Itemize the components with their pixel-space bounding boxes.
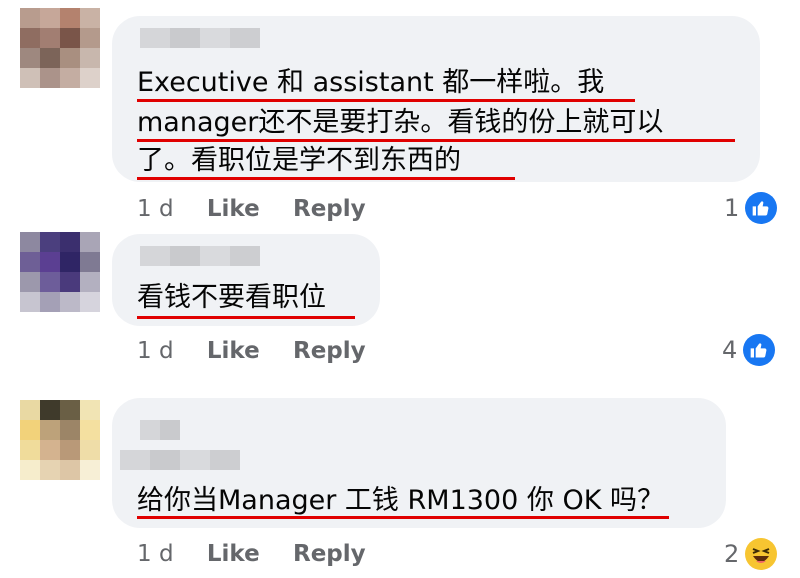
comment-actions: 1 d Like Reply — [137, 338, 366, 364]
timestamp[interactable]: 1 d — [137, 541, 174, 567]
underline — [137, 177, 515, 180]
underline — [137, 99, 635, 102]
comment-text-line: manager还不是要打杂。看钱的份上就可以 — [137, 107, 664, 138]
reply-button[interactable]: Reply — [293, 196, 366, 222]
like-icon — [745, 192, 778, 224]
comment-text-line: 看钱不要看职位 — [137, 282, 326, 313]
reply-button[interactable]: Reply — [293, 541, 366, 567]
blurred-author-name[interactable] — [120, 450, 240, 470]
comment-text-line: 了。看职位是学不到东西的 — [137, 145, 461, 176]
avatar[interactable] — [20, 400, 100, 480]
reaction-summary[interactable]: 4 — [722, 334, 776, 366]
blurred-author-name[interactable] — [140, 420, 180, 440]
comment-text-line: Executive 和 assistant 都一样啦。我 — [137, 67, 605, 98]
avatar[interactable] — [20, 8, 100, 88]
timestamp[interactable]: 1 d — [137, 338, 174, 364]
blurred-author-name[interactable] — [140, 28, 260, 48]
like-icon — [743, 334, 776, 366]
timestamp[interactable]: 1 d — [137, 196, 174, 222]
reply-button[interactable]: Reply — [293, 338, 366, 364]
reaction-summary[interactable]: 2 — [724, 538, 778, 570]
comment-actions: 1 d Like Reply — [137, 196, 366, 222]
comment-actions: 1 d Like Reply — [137, 541, 366, 567]
reaction-summary[interactable]: 1 — [724, 192, 778, 224]
avatar[interactable] — [20, 232, 100, 312]
like-button[interactable]: Like — [207, 541, 260, 567]
underline — [137, 516, 669, 519]
haha-icon — [745, 538, 778, 570]
blurred-author-name[interactable] — [140, 246, 260, 266]
like-button[interactable]: Like — [207, 338, 260, 364]
comment-text-line: 给你当Manager 工钱 RM1300 你 OK 吗？ — [137, 485, 664, 516]
underline — [137, 316, 355, 319]
reaction-count: 4 — [722, 336, 738, 364]
reaction-count: 1 — [724, 194, 740, 222]
like-button[interactable]: Like — [207, 196, 260, 222]
reaction-count: 2 — [724, 540, 740, 568]
